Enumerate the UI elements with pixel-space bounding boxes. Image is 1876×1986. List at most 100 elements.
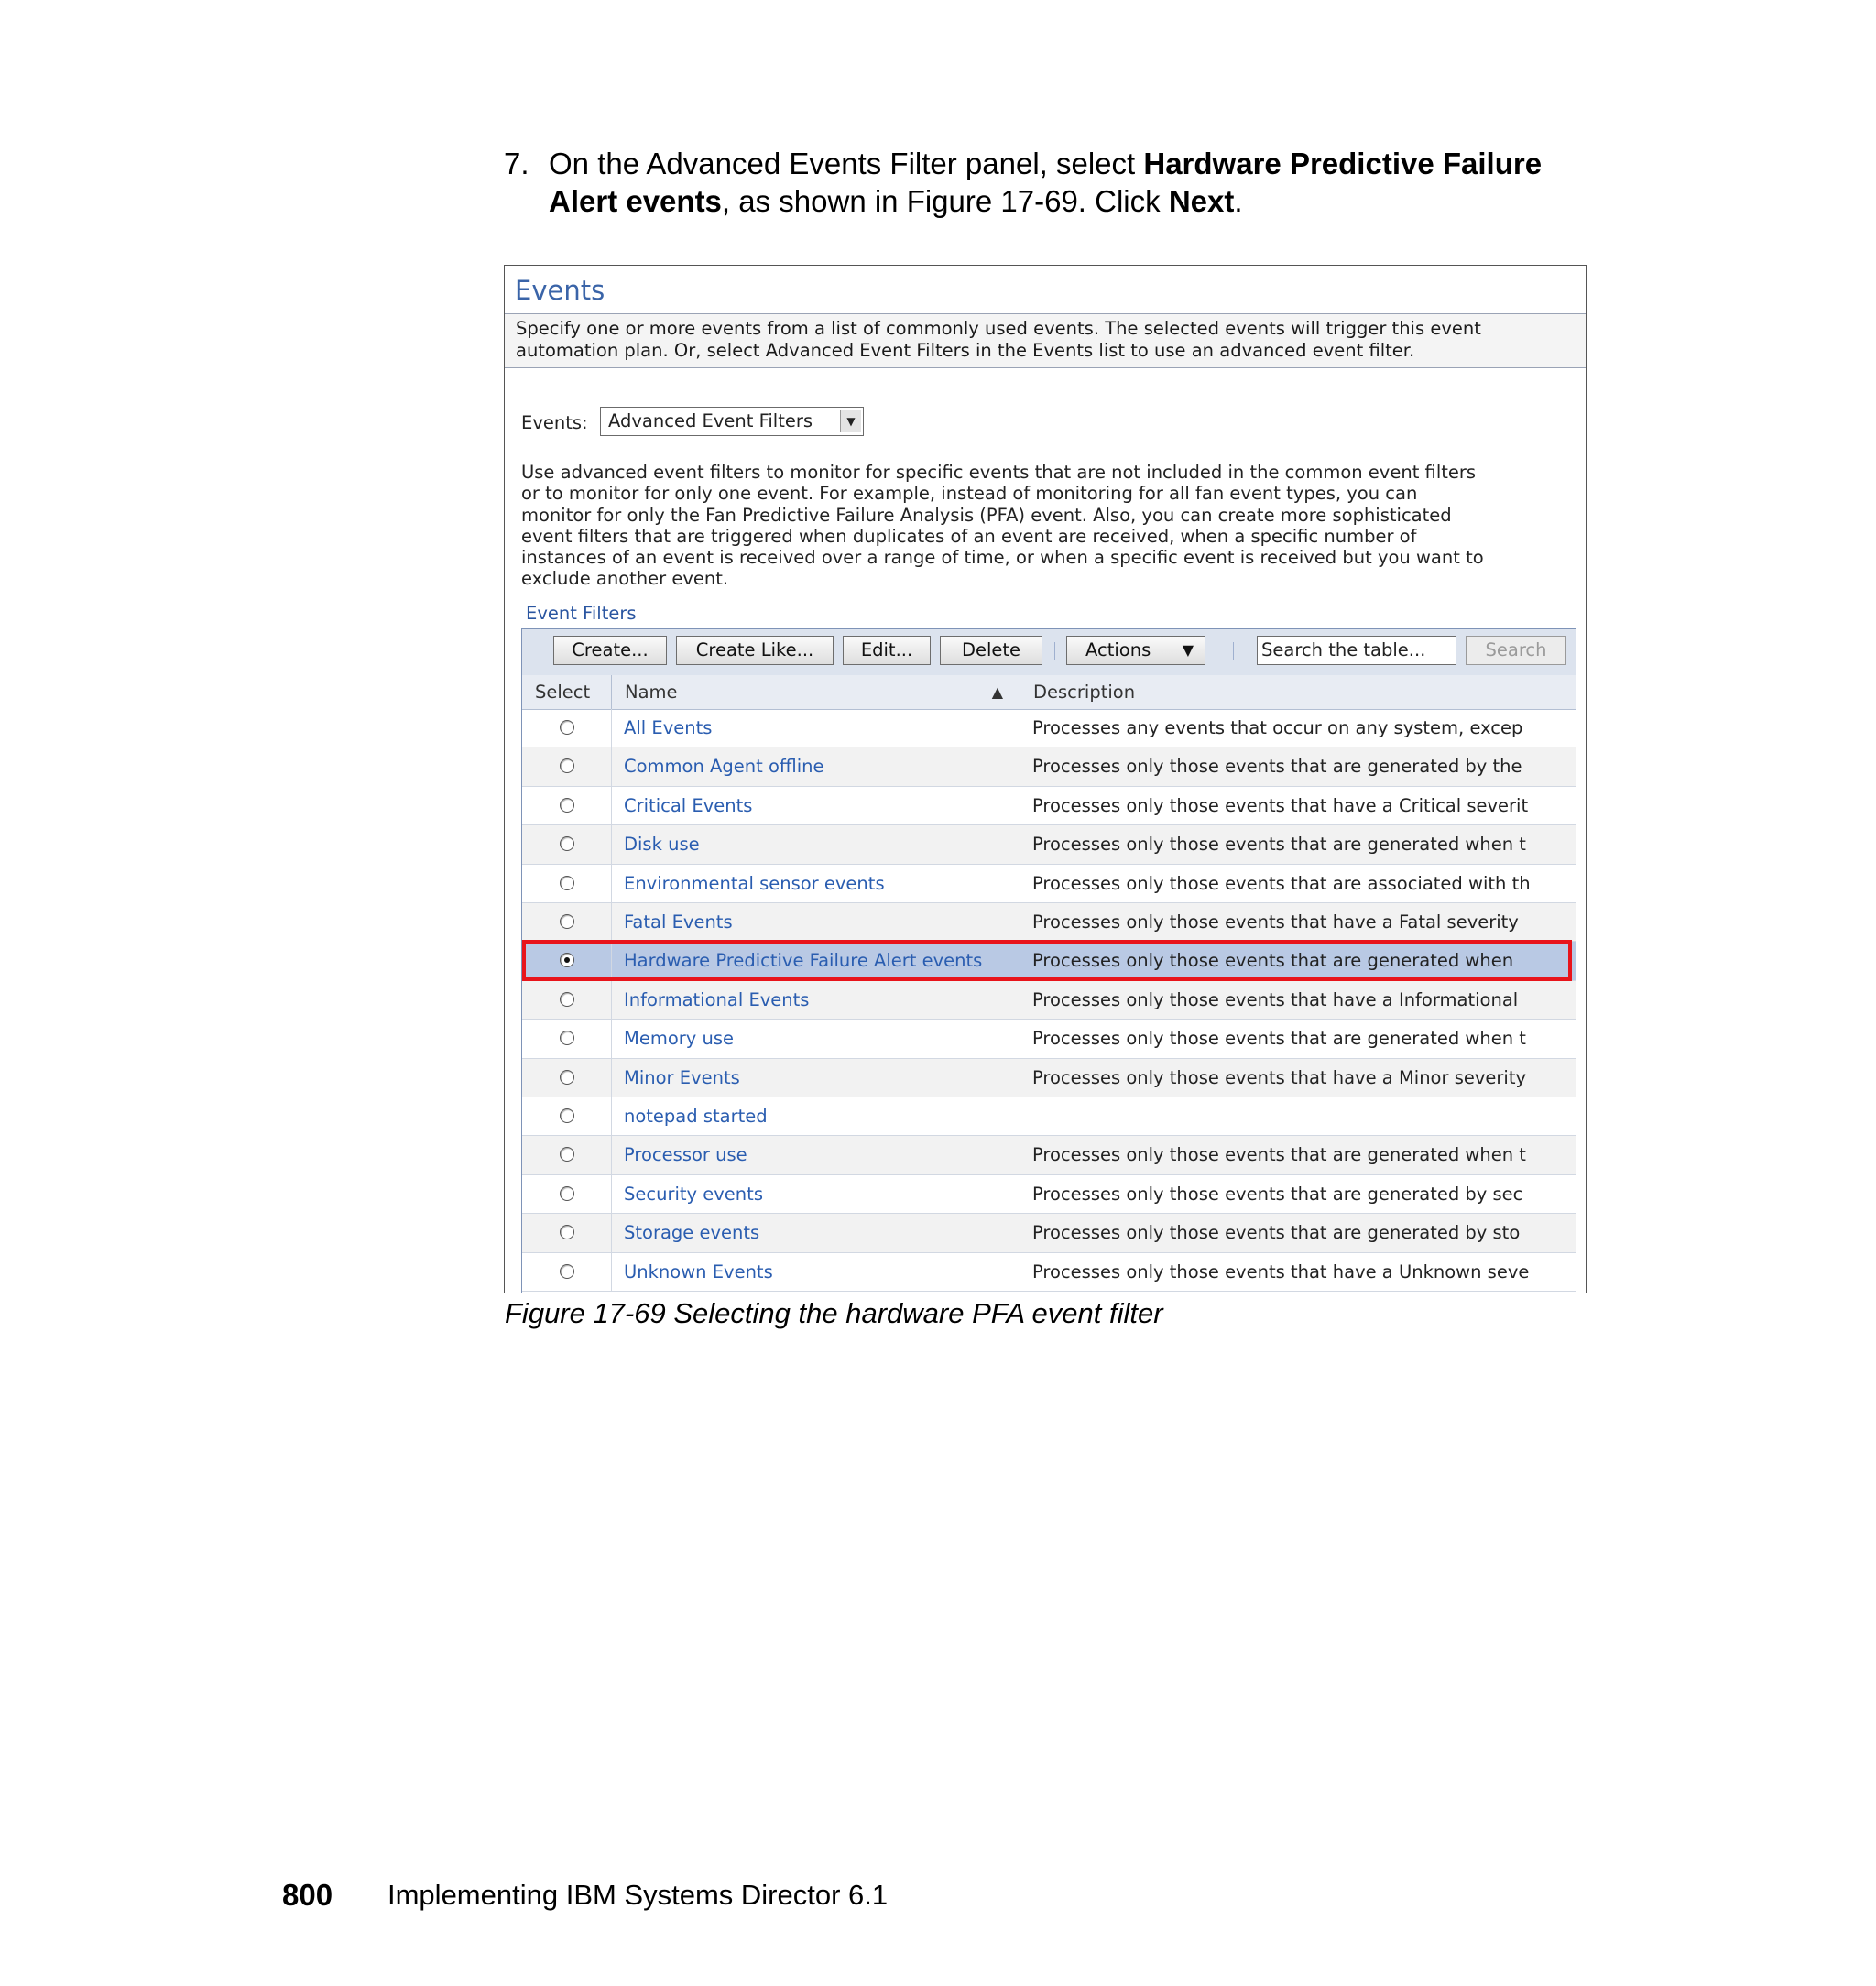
search-input[interactable]: Search the table... xyxy=(1257,636,1456,665)
filter-name-link[interactable]: All Events xyxy=(624,717,712,738)
filter-name-link[interactable]: Unknown Events xyxy=(624,1261,773,1282)
name-cell: Fatal Events xyxy=(612,903,1020,942)
table-row[interactable]: Minor Events Processes only those events … xyxy=(522,1058,1576,1097)
advanced-description-line: Use advanced event filters to monitor fo… xyxy=(521,462,1477,483)
table-row[interactable]: Memory use Processes only those events th… xyxy=(522,1020,1576,1059)
table-row[interactable]: Common Agent offline Processes only those… xyxy=(522,747,1576,787)
row-radio-button[interactable] xyxy=(560,720,574,735)
table-row[interactable]: Storage events Processes only those event… xyxy=(522,1214,1576,1253)
filter-name-link[interactable]: Memory use xyxy=(624,1028,734,1049)
row-radio-button[interactable] xyxy=(560,1069,574,1085)
table-row[interactable]: All Events Processes any events that occu… xyxy=(522,709,1576,748)
description-cell: Processes only those events that have a … xyxy=(1020,1253,1576,1291)
edit-button[interactable]: Edit... xyxy=(843,636,931,665)
filter-name-link[interactable]: Hardware Predictive Failure Alert events xyxy=(624,950,982,971)
description-cell: Processes only those events that are gen… xyxy=(1020,1136,1576,1173)
column-header-name[interactable]: Name ▲ xyxy=(612,675,1020,709)
filter-name-link[interactable]: Storage events xyxy=(624,1222,759,1243)
step-text: On the Advanced Events Filter panel, sel… xyxy=(549,145,1602,220)
row-radio-button[interactable] xyxy=(560,758,574,774)
name-cell: Informational Events xyxy=(612,980,1020,1020)
table-row[interactable]: Unknown Events Processes only those event… xyxy=(522,1252,1576,1292)
row-radio-button[interactable] xyxy=(560,1185,574,1201)
step-text-part: . xyxy=(1234,184,1243,218)
table-row[interactable]: Disk use Processes only those events that… xyxy=(522,825,1576,865)
filter-description: Processes only those events that have a … xyxy=(1032,911,1519,933)
select-cell xyxy=(522,1174,612,1214)
row-radio-button[interactable] xyxy=(560,1147,574,1162)
name-cell: All Events xyxy=(612,709,1020,747)
step-text-part: On the Advanced Events Filter panel, sel… xyxy=(549,147,1144,180)
radio-selected-dot xyxy=(563,956,570,963)
table-row[interactable]: Processor use Processes only those events… xyxy=(522,1136,1576,1175)
filter-description: Processes only those events that are gen… xyxy=(1032,1183,1523,1205)
filter-description: Processes only those events that are gen… xyxy=(1032,950,1514,972)
search-button[interactable]: Search xyxy=(1466,636,1566,665)
create-button[interactable]: Create... xyxy=(553,636,667,665)
name-cell: Disk use xyxy=(612,825,1020,864)
select-cell xyxy=(522,1252,612,1291)
filter-name-link[interactable]: Minor Events xyxy=(624,1067,740,1088)
row-radio-button[interactable] xyxy=(560,1108,574,1123)
name-cell: Storage events xyxy=(612,1214,1020,1252)
filter-description: Processes only those events that are ass… xyxy=(1032,872,1531,894)
create-like-button[interactable]: Create Like... xyxy=(676,636,834,665)
book-title: Implementing IBM Systems Director 6.1 xyxy=(387,1879,889,1911)
table-row[interactable]: Critical Events Processes only those even… xyxy=(522,786,1576,826)
filter-name-link[interactable]: Fatal Events xyxy=(624,911,733,933)
filter-name-link[interactable]: Disk use xyxy=(624,834,700,855)
table-row[interactable]: Security events Processes only those even… xyxy=(522,1174,1576,1215)
filter-name-link[interactable]: Environmental sensor events xyxy=(624,873,885,894)
panel-description-line: automation plan. Or, select Advanced Eve… xyxy=(516,340,1415,361)
triangle-down-icon: ▼ xyxy=(1182,641,1194,659)
row-radio-button[interactable] xyxy=(560,875,574,890)
name-cell: Unknown Events xyxy=(612,1252,1020,1291)
name-cell: Minor Events xyxy=(612,1058,1020,1097)
select-cell xyxy=(522,942,612,980)
step-text-part: , as shown in Figure 17-69. Click xyxy=(721,184,1169,218)
sort-icon[interactable]: ▲ xyxy=(992,675,1003,709)
name-cell: Hardware Predictive Failure Alert events xyxy=(612,942,1020,980)
filter-name-link[interactable]: Security events xyxy=(624,1184,763,1205)
select-cell xyxy=(522,786,612,825)
select-cell xyxy=(522,747,612,786)
table-row[interactable]: Fatal Events Processes only those events … xyxy=(522,903,1576,943)
table-row[interactable]: Hardware Predictive Failure Alert events… xyxy=(522,942,1576,981)
filter-name-link[interactable]: Common Agent offline xyxy=(624,756,824,777)
column-header-select: Select xyxy=(522,675,612,709)
row-radio-button[interactable] xyxy=(560,1225,574,1240)
row-radio-button[interactable] xyxy=(560,953,574,968)
description-cell: Processes only those events that are gen… xyxy=(1020,1214,1576,1251)
name-cell: Security events xyxy=(612,1174,1020,1214)
toolbar-separator xyxy=(1054,642,1055,660)
filter-name-link[interactable]: notepad started xyxy=(624,1106,768,1127)
row-radio-button[interactable] xyxy=(560,991,574,1007)
table-row[interactable]: notepad started xyxy=(522,1097,1576,1137)
filter-name-link[interactable]: Critical Events xyxy=(624,795,752,816)
row-radio-button[interactable] xyxy=(560,836,574,852)
table-header: Select Name ▲ Description xyxy=(522,675,1576,710)
filter-name-link[interactable]: Informational Events xyxy=(624,989,809,1010)
actions-label: Actions xyxy=(1085,639,1151,660)
events-label: Events: xyxy=(521,412,588,433)
event-filters-heading: Event Filters xyxy=(526,603,637,624)
actions-menu[interactable]: Actions ▼ xyxy=(1066,636,1205,665)
delete-button[interactable]: Delete xyxy=(940,636,1042,665)
filter-name-link[interactable]: Processor use xyxy=(624,1144,747,1165)
row-radio-button[interactable] xyxy=(560,1031,574,1046)
description-cell: Processes only those events that are ass… xyxy=(1020,865,1576,902)
table-row[interactable]: Informational Events Processes only those… xyxy=(522,980,1576,1020)
events-dropdown[interactable]: Advanced Event Filters ▼ xyxy=(600,407,864,436)
name-cell: Processor use xyxy=(612,1136,1020,1174)
name-cell: notepad started xyxy=(612,1097,1020,1136)
table-row[interactable]: Environmental sensor events Processes onl… xyxy=(522,864,1576,903)
advanced-description-line: exclude another event. xyxy=(521,568,729,590)
select-cell xyxy=(522,903,612,942)
row-radio-button[interactable] xyxy=(560,1263,574,1279)
description-cell: Processes only those events that have a … xyxy=(1020,787,1576,824)
filter-description: Processes only those events that are gen… xyxy=(1032,756,1522,778)
row-radio-button[interactable] xyxy=(560,797,574,813)
chevron-down-icon[interactable]: ▼ xyxy=(840,410,861,432)
row-radio-button[interactable] xyxy=(560,914,574,929)
figure-caption: Figure 17-69 Selecting the hardware PFA … xyxy=(505,1297,1163,1329)
